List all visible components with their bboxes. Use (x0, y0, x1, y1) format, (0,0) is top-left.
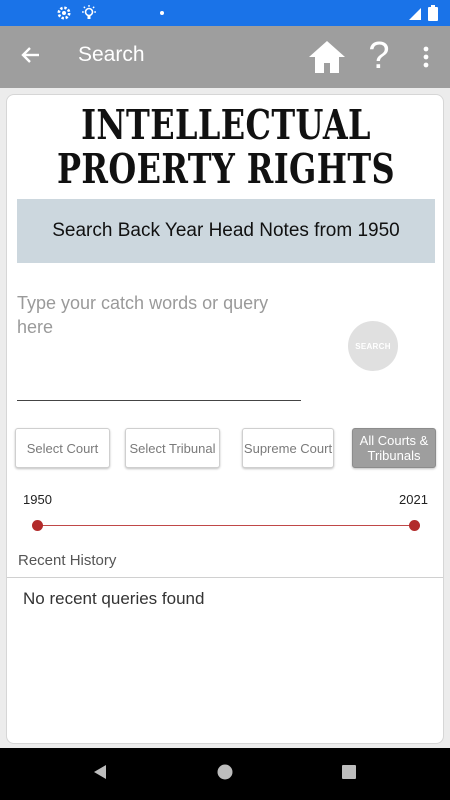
page-title: Search (78, 43, 145, 66)
notification-dot (160, 11, 164, 15)
search-query-input[interactable] (17, 291, 301, 401)
home-icon (308, 41, 346, 79)
status-icons-left (56, 4, 98, 26)
nav-recents-button[interactable] (335, 760, 363, 788)
back-button[interactable] (14, 40, 48, 74)
history-divider (7, 577, 443, 578)
search-button[interactable]: SEARCH (348, 321, 398, 371)
more-vert-icon (416, 46, 436, 74)
year-min-label: 1950 (23, 492, 52, 507)
back-triangle-icon (91, 763, 109, 785)
status-bar (0, 0, 450, 26)
history-empty-message: No recent queries found (23, 589, 205, 608)
app-logo-title: INTELLECTUAL PROERTY RIGHTS (55, 103, 397, 191)
subtitle-banner: Search Back Year Head Notes from 1950 (17, 199, 435, 263)
home-button[interactable] (308, 39, 346, 75)
recents-square-icon (340, 763, 358, 785)
status-icons-right (408, 5, 438, 25)
app-bar: Search ? (0, 26, 450, 88)
back-arrow-icon (20, 44, 42, 70)
select-tribunal-button[interactable]: Select Tribunal (125, 428, 220, 468)
battery-icon (428, 5, 438, 25)
nav-back-button[interactable] (86, 760, 114, 788)
signal-icon (408, 6, 422, 25)
brightness-icon (80, 4, 98, 26)
help-button[interactable]: ? (364, 34, 394, 78)
year-max-label: 2021 (399, 492, 428, 507)
all-courts-tribunals-button[interactable]: All Courts & Tribunals (352, 428, 436, 468)
home-circle-icon (216, 763, 234, 785)
year-range-end-thumb[interactable] (409, 520, 420, 531)
supreme-court-button[interactable]: Supreme Court (242, 428, 334, 468)
recent-history-label: Recent History (18, 552, 117, 569)
search-card: INTELLECTUAL PROERTY RIGHTS Search Back … (6, 94, 444, 744)
gear-icon (56, 5, 72, 25)
help-icon: ? (368, 35, 390, 77)
more-options-button[interactable] (416, 44, 436, 70)
select-court-button[interactable]: Select Court (15, 428, 110, 468)
year-range-track[interactable] (37, 525, 415, 526)
system-nav-bar (0, 748, 450, 800)
logo-line-2: PROERTY RIGHTS (56, 145, 396, 193)
logo-line-1: INTELLECTUAL (81, 101, 371, 149)
year-range-start-thumb[interactable] (32, 520, 43, 531)
subtitle-text: Search Back Year Head Notes from 1950 (52, 220, 400, 241)
nav-home-button[interactable] (211, 760, 239, 788)
